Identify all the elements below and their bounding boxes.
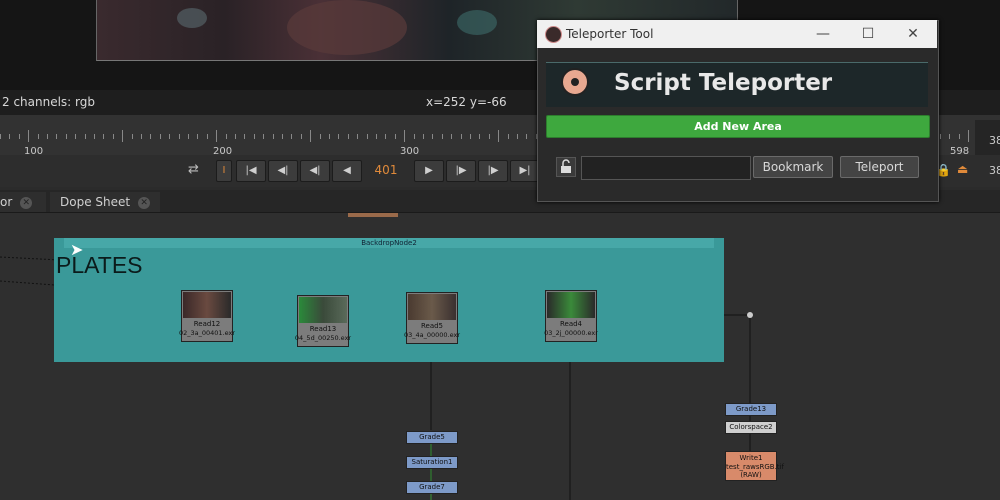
lock-icon[interactable] bbox=[556, 157, 576, 177]
minimize-icon[interactable]: — bbox=[808, 24, 838, 44]
read12-thumbnail bbox=[183, 292, 231, 318]
read5-file: 03_4a_00000.exr bbox=[403, 331, 461, 339]
teleporter-heading: Script Teleporter bbox=[614, 70, 833, 96]
window-title: Teleporter Tool bbox=[566, 27, 654, 41]
grade13-node[interactable]: Grade13 bbox=[725, 403, 777, 416]
teleport-button[interactable]: Teleport bbox=[840, 156, 919, 178]
backdrop-title-bar[interactable]: BackdropNode2 bbox=[64, 238, 714, 248]
read13-thumbnail bbox=[299, 297, 347, 323]
dot-node[interactable] bbox=[747, 312, 753, 318]
read13-node[interactable]: Read13 04_5d_00250.exr bbox=[295, 295, 351, 347]
area-name-input[interactable] bbox=[581, 156, 751, 180]
read12-node[interactable]: Read12 02_3a_00401.exr bbox=[179, 290, 235, 342]
bookmark-button[interactable]: Bookmark bbox=[753, 156, 833, 178]
read12-file: 02_3a_00401.exr bbox=[178, 329, 236, 337]
grade7-node[interactable]: Grade7 bbox=[406, 481, 458, 494]
close-icon[interactable]: ✕ bbox=[898, 24, 928, 44]
write1-node[interactable]: Write1 test_rawsRGB.tif (RAW) bbox=[725, 451, 784, 481]
app-logo-icon bbox=[545, 26, 562, 43]
read4-name: Read4 bbox=[559, 320, 583, 328]
read4-node[interactable]: Read4 03_2j_00000.exr bbox=[544, 290, 598, 342]
read5-name: Read5 bbox=[420, 322, 444, 330]
backdrop-label: PLATES bbox=[56, 252, 143, 278]
read12-name: Read12 bbox=[193, 320, 221, 328]
add-new-area-button[interactable]: Add New Area bbox=[546, 115, 930, 138]
lock-icon-glyph bbox=[561, 159, 571, 173]
read13-file: 04_5d_00250.exr bbox=[294, 334, 352, 342]
read5-thumbnail bbox=[408, 294, 456, 320]
maximize-icon[interactable]: ☐ bbox=[853, 24, 883, 44]
write1-file: test_rawsRGB.tif bbox=[726, 462, 784, 471]
nuke-logo-icon bbox=[561, 68, 589, 96]
read13-name: Read13 bbox=[309, 325, 337, 333]
write1-name: Write1 bbox=[739, 454, 763, 462]
write1-type: (RAW) bbox=[740, 471, 762, 479]
colorspace2-node[interactable]: Colorspace2 bbox=[725, 421, 777, 434]
read5-node[interactable]: Read5 03_4a_00000.exr bbox=[404, 292, 460, 344]
backdrop-node[interactable] bbox=[54, 238, 724, 362]
grade5-node[interactable]: Grade5 bbox=[406, 431, 458, 444]
mouse-cursor-icon: ➤ bbox=[70, 240, 84, 259]
read4-thumbnail bbox=[547, 292, 595, 318]
saturation1-node[interactable]: Saturation1 bbox=[406, 456, 458, 469]
read4-file: 03_2j_00000.exr bbox=[544, 329, 598, 337]
